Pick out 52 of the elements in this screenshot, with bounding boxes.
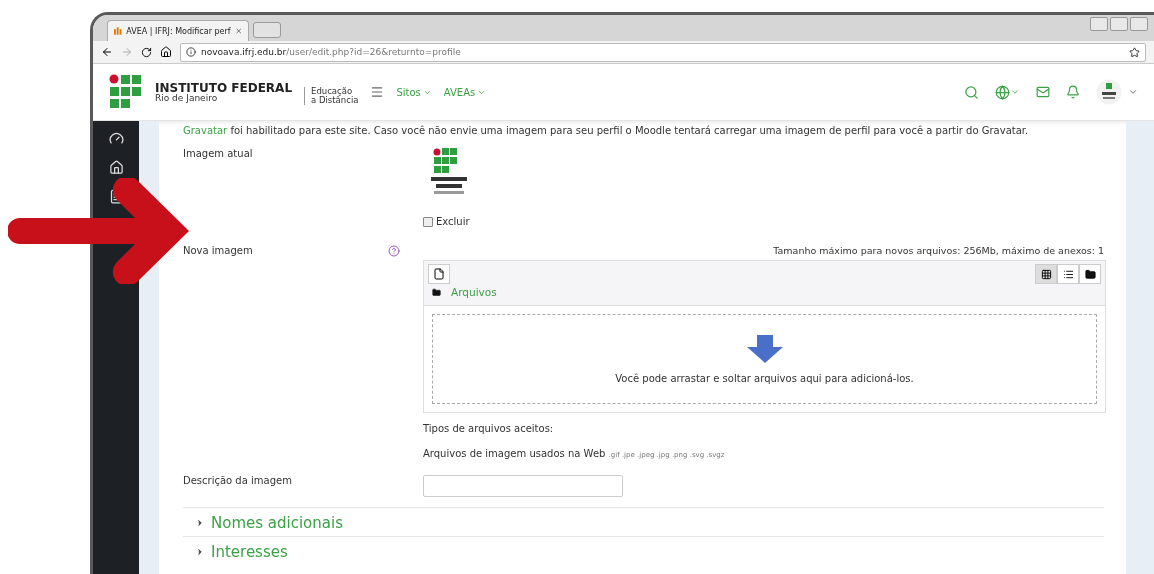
home-icon[interactable] bbox=[160, 46, 172, 58]
upload-limits: Tamanho máximo para novos arquivos: 256Mb, máximo de anexos: 1 bbox=[773, 245, 1104, 256]
field-label: Descrição da imagem bbox=[183, 475, 293, 486]
download-arrow-icon bbox=[746, 334, 783, 363]
folder-icon bbox=[432, 287, 441, 297]
view-button[interactable] bbox=[1035, 264, 1057, 284]
search-icon[interactable] bbox=[964, 84, 979, 100]
file-icon bbox=[433, 268, 445, 280]
logo-title: INSTITUTO FEDERAL bbox=[155, 81, 293, 94]
expand-icon[interactable] bbox=[195, 518, 205, 528]
description-input[interactable] bbox=[423, 475, 623, 497]
accepted-types-label: Tipos de arquivos aceitos: bbox=[423, 423, 554, 434]
field-label: Imagem atual bbox=[183, 148, 254, 159]
drop-zone[interactable]: Você pode arrastar e soltar arquivos aqui para adicioná-los. bbox=[432, 314, 1097, 404]
globe-icon bbox=[995, 84, 1010, 100]
view-button[interactable] bbox=[1057, 264, 1079, 284]
tab-title: AVEA | IFRJ: Modificar perf bbox=[126, 26, 231, 36]
folder-link[interactable]: Arquivos bbox=[451, 286, 497, 298]
list-icon bbox=[1062, 268, 1074, 280]
browser-tab[interactable]: AVEA | IFRJ: Modificar perf bbox=[107, 20, 249, 41]
logo-icon bbox=[109, 74, 143, 110]
caret-icon bbox=[1010, 87, 1020, 97]
close-icon[interactable] bbox=[234, 27, 242, 35]
delete-checkbox[interactable]: Excluir bbox=[423, 216, 470, 227]
grid-icon bbox=[1040, 268, 1052, 280]
notifications-icon[interactable] bbox=[1066, 85, 1080, 99]
field-label: Nova imagem bbox=[183, 245, 254, 256]
division-name: Educação a Distância bbox=[304, 86, 359, 106]
section-link[interactable]: Interesses bbox=[211, 543, 288, 561]
view-button[interactable] bbox=[1079, 264, 1101, 284]
menu-icon[interactable] bbox=[370, 85, 385, 99]
logo-subtitle: Rio de Janeiro bbox=[155, 93, 219, 103]
section-link[interactable]: Nomes adicionais bbox=[211, 514, 343, 532]
nav-menu[interactable]: AVEAs bbox=[443, 86, 487, 98]
drop-hint: Você pode arrastar e soltar arquivos aqui para adicioná-los. bbox=[615, 372, 914, 384]
add-file-button[interactable] bbox=[428, 264, 450, 284]
favicon-icon bbox=[114, 27, 123, 35]
expand-icon[interactable] bbox=[195, 547, 205, 557]
back-icon[interactable] bbox=[101, 46, 113, 58]
help-icon[interactable] bbox=[388, 245, 400, 257]
user-menu[interactable] bbox=[1096, 79, 1138, 105]
intro-text: Gravatar foi habilitado para este site. Caso você não envie uma imagem para seu perfil o Moodle tentará carregar uma imagem de perfil para você a partir do Gravatar. bbox=[183, 125, 1030, 136]
address-bar[interactable]: novoava.ifrj.edu.br/user/edit.php?id=26&returnto=profile bbox=[180, 42, 1146, 62]
nav-menu[interactable]: Sitos bbox=[396, 86, 432, 98]
avatar-icon bbox=[1096, 79, 1122, 105]
dashboard-icon[interactable] bbox=[108, 131, 124, 146]
caret-icon bbox=[1128, 87, 1138, 97]
gravatar-link[interactable]: Gravatar bbox=[183, 125, 228, 136]
language-menu[interactable] bbox=[995, 84, 1020, 100]
folder-icon bbox=[1084, 268, 1096, 280]
mail-icon[interactable] bbox=[1036, 85, 1050, 99]
reload-icon[interactable] bbox=[141, 46, 152, 58]
